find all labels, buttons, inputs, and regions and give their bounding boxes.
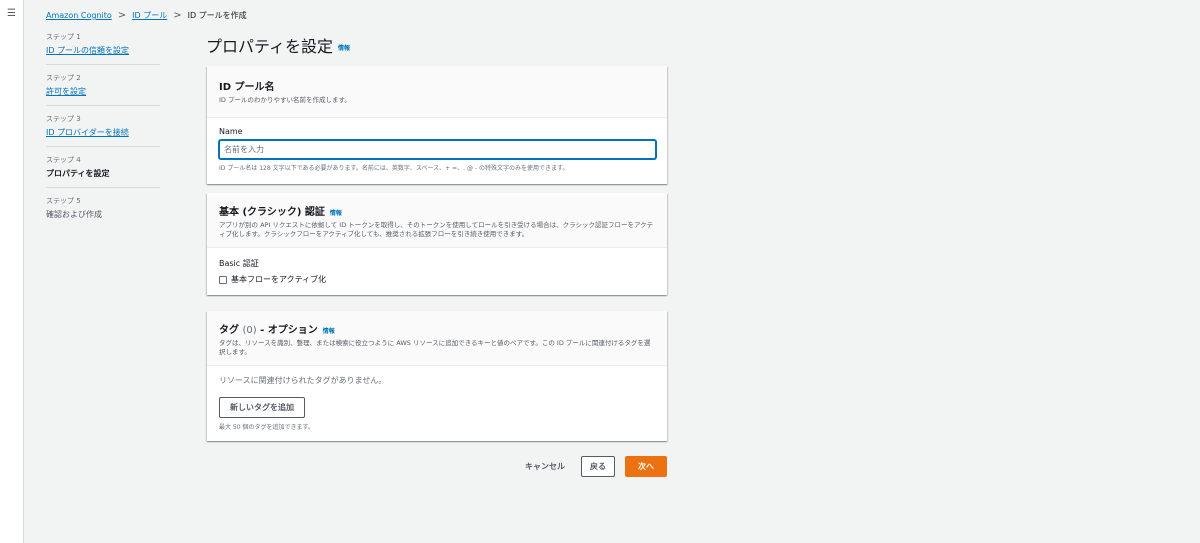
wizard-step-2: ステップ 2 許可を設定 [46,73,160,106]
chevron-right-icon: > [173,10,182,21]
breadcrumb-cognito[interactable]: Amazon Cognito [46,11,112,20]
panel-title: 基本 (クラシック) 認証 情報 [219,203,655,218]
panel-body: Name ID プール名は 128 文字以下である必要があります。名前には、英数… [207,118,667,184]
step-number: ステップ 5 [46,197,81,205]
tags-info-link[interactable]: 情報 [323,328,335,335]
panel-body: Basic 認証 基本フローをアクティブ化 [207,248,667,295]
wizard-footer: キャンセル 戻る 次へ [519,456,667,477]
panel-description: ID プールのわかりやすい名前を作成します。 [219,96,351,104]
step-review: 確認および作成 [46,210,102,219]
basic-auth-info-link[interactable]: 情報 [330,210,342,217]
side-rail: ☰ [0,0,24,543]
menu-icon[interactable]: ☰ [7,9,16,19]
breadcrumb-current: ID プールを作成 [187,11,247,20]
breadcrumb-id-pools[interactable]: ID プール [132,10,167,21]
step-link-trust[interactable]: ID プールの信頼を設定 [46,46,129,55]
panel-title: ID プール名 [219,82,275,93]
name-field-label: Name [219,127,243,137]
chevron-right-icon: > [117,10,127,21]
step-number: ステップ 3 [46,115,81,123]
activate-basic-flow-checkbox-row[interactable]: 基本フローをアクティブ化 [219,274,655,285]
tags-count: (0) [242,325,257,336]
tags-panel: タグ (0) - オプション 情報 タグは、リソースを識別、整理、または検索に役立… [207,311,667,442]
panel-description: タグは、リソースを識別、整理、または検索に役立つように AWS リソースに追加で… [219,339,651,357]
page-title-text: プロパティを設定 [206,37,334,56]
step-number: ステップ 2 [46,74,81,82]
panel-header: ID プール名 ID プールのわかりやすい名前を作成します。 [207,66,667,119]
panel-header: 基本 (クラシック) 認証 情報 アプリが別の API リクエストに依拠して ID… [207,193,667,249]
next-button[interactable]: 次へ [625,456,667,477]
wizard-step-3: ステップ 3 ID プロバイダーを接続 [46,114,160,147]
add-tag-button[interactable]: 新しいタグを追加 [219,397,305,419]
wizard-step-5: ステップ 5 確認および作成 [46,196,160,228]
wizard-steps: ステップ 1 ID プールの信頼を設定 ステップ 2 許可を設定 ステップ 3 … [46,32,160,236]
tags-title: タグ [219,325,239,336]
back-button[interactable]: 戻る [581,456,615,477]
tags-empty-message: リソースに関連付けられたタグがありません。 [219,376,387,386]
activate-basic-flow-checkbox[interactable] [219,275,227,284]
step-number: ステップ 4 [46,156,81,164]
checkbox-label: 基本フローをアクティブ化 [231,275,327,285]
tags-limit-hint: 最大 50 個のタグを追加できます。 [219,424,314,432]
panel-body: リソースに関連付けられたタグがありません。 新しいタグを追加 最大 50 個のタ… [207,366,667,441]
basic-auth-panel: 基本 (クラシック) 認証 情報 アプリが別の API リクエストに依拠して ID… [207,193,667,296]
basic-auth-field-label: Basic 認証 [219,259,259,269]
wizard-step-1: ステップ 1 ID プールの信頼を設定 [46,32,160,65]
step-number: ステップ 1 [46,33,81,41]
breadcrumb: Amazon Cognito > ID プール > ID プールを作成 [46,10,247,21]
pool-name-panel: ID プール名 ID プールのわかりやすい名前を作成します。 Name ID プ… [207,66,667,185]
step-link-permissions[interactable]: 許可を設定 [46,87,86,96]
name-constraint-hint: ID プール名は 128 文字以下である必要があります。名前には、英数字、スペー… [219,165,569,173]
step-current-properties: プロパティを設定 [46,169,110,178]
page-title: プロパティを設定 情報 [206,33,350,57]
page-info-link[interactable]: 情報 [338,45,350,52]
panel-header: タグ (0) - オプション 情報 タグは、リソースを識別、整理、または検索に役立… [207,311,667,367]
wizard-step-4: ステップ 4 プロパティを設定 [46,155,160,188]
tags-suffix: - オプション [260,325,318,336]
basic-auth-title: 基本 (クラシック) 認証 [219,207,325,218]
cancel-button[interactable]: キャンセル [519,457,571,476]
step-link-providers[interactable]: ID プロバイダーを接続 [46,128,129,137]
panel-description: アプリが別の API リクエストに依拠して ID トークンを取得し、そのトークン… [219,221,654,239]
pool-name-input[interactable] [219,140,656,160]
panel-title: タグ (0) - オプション 情報 [219,321,655,336]
